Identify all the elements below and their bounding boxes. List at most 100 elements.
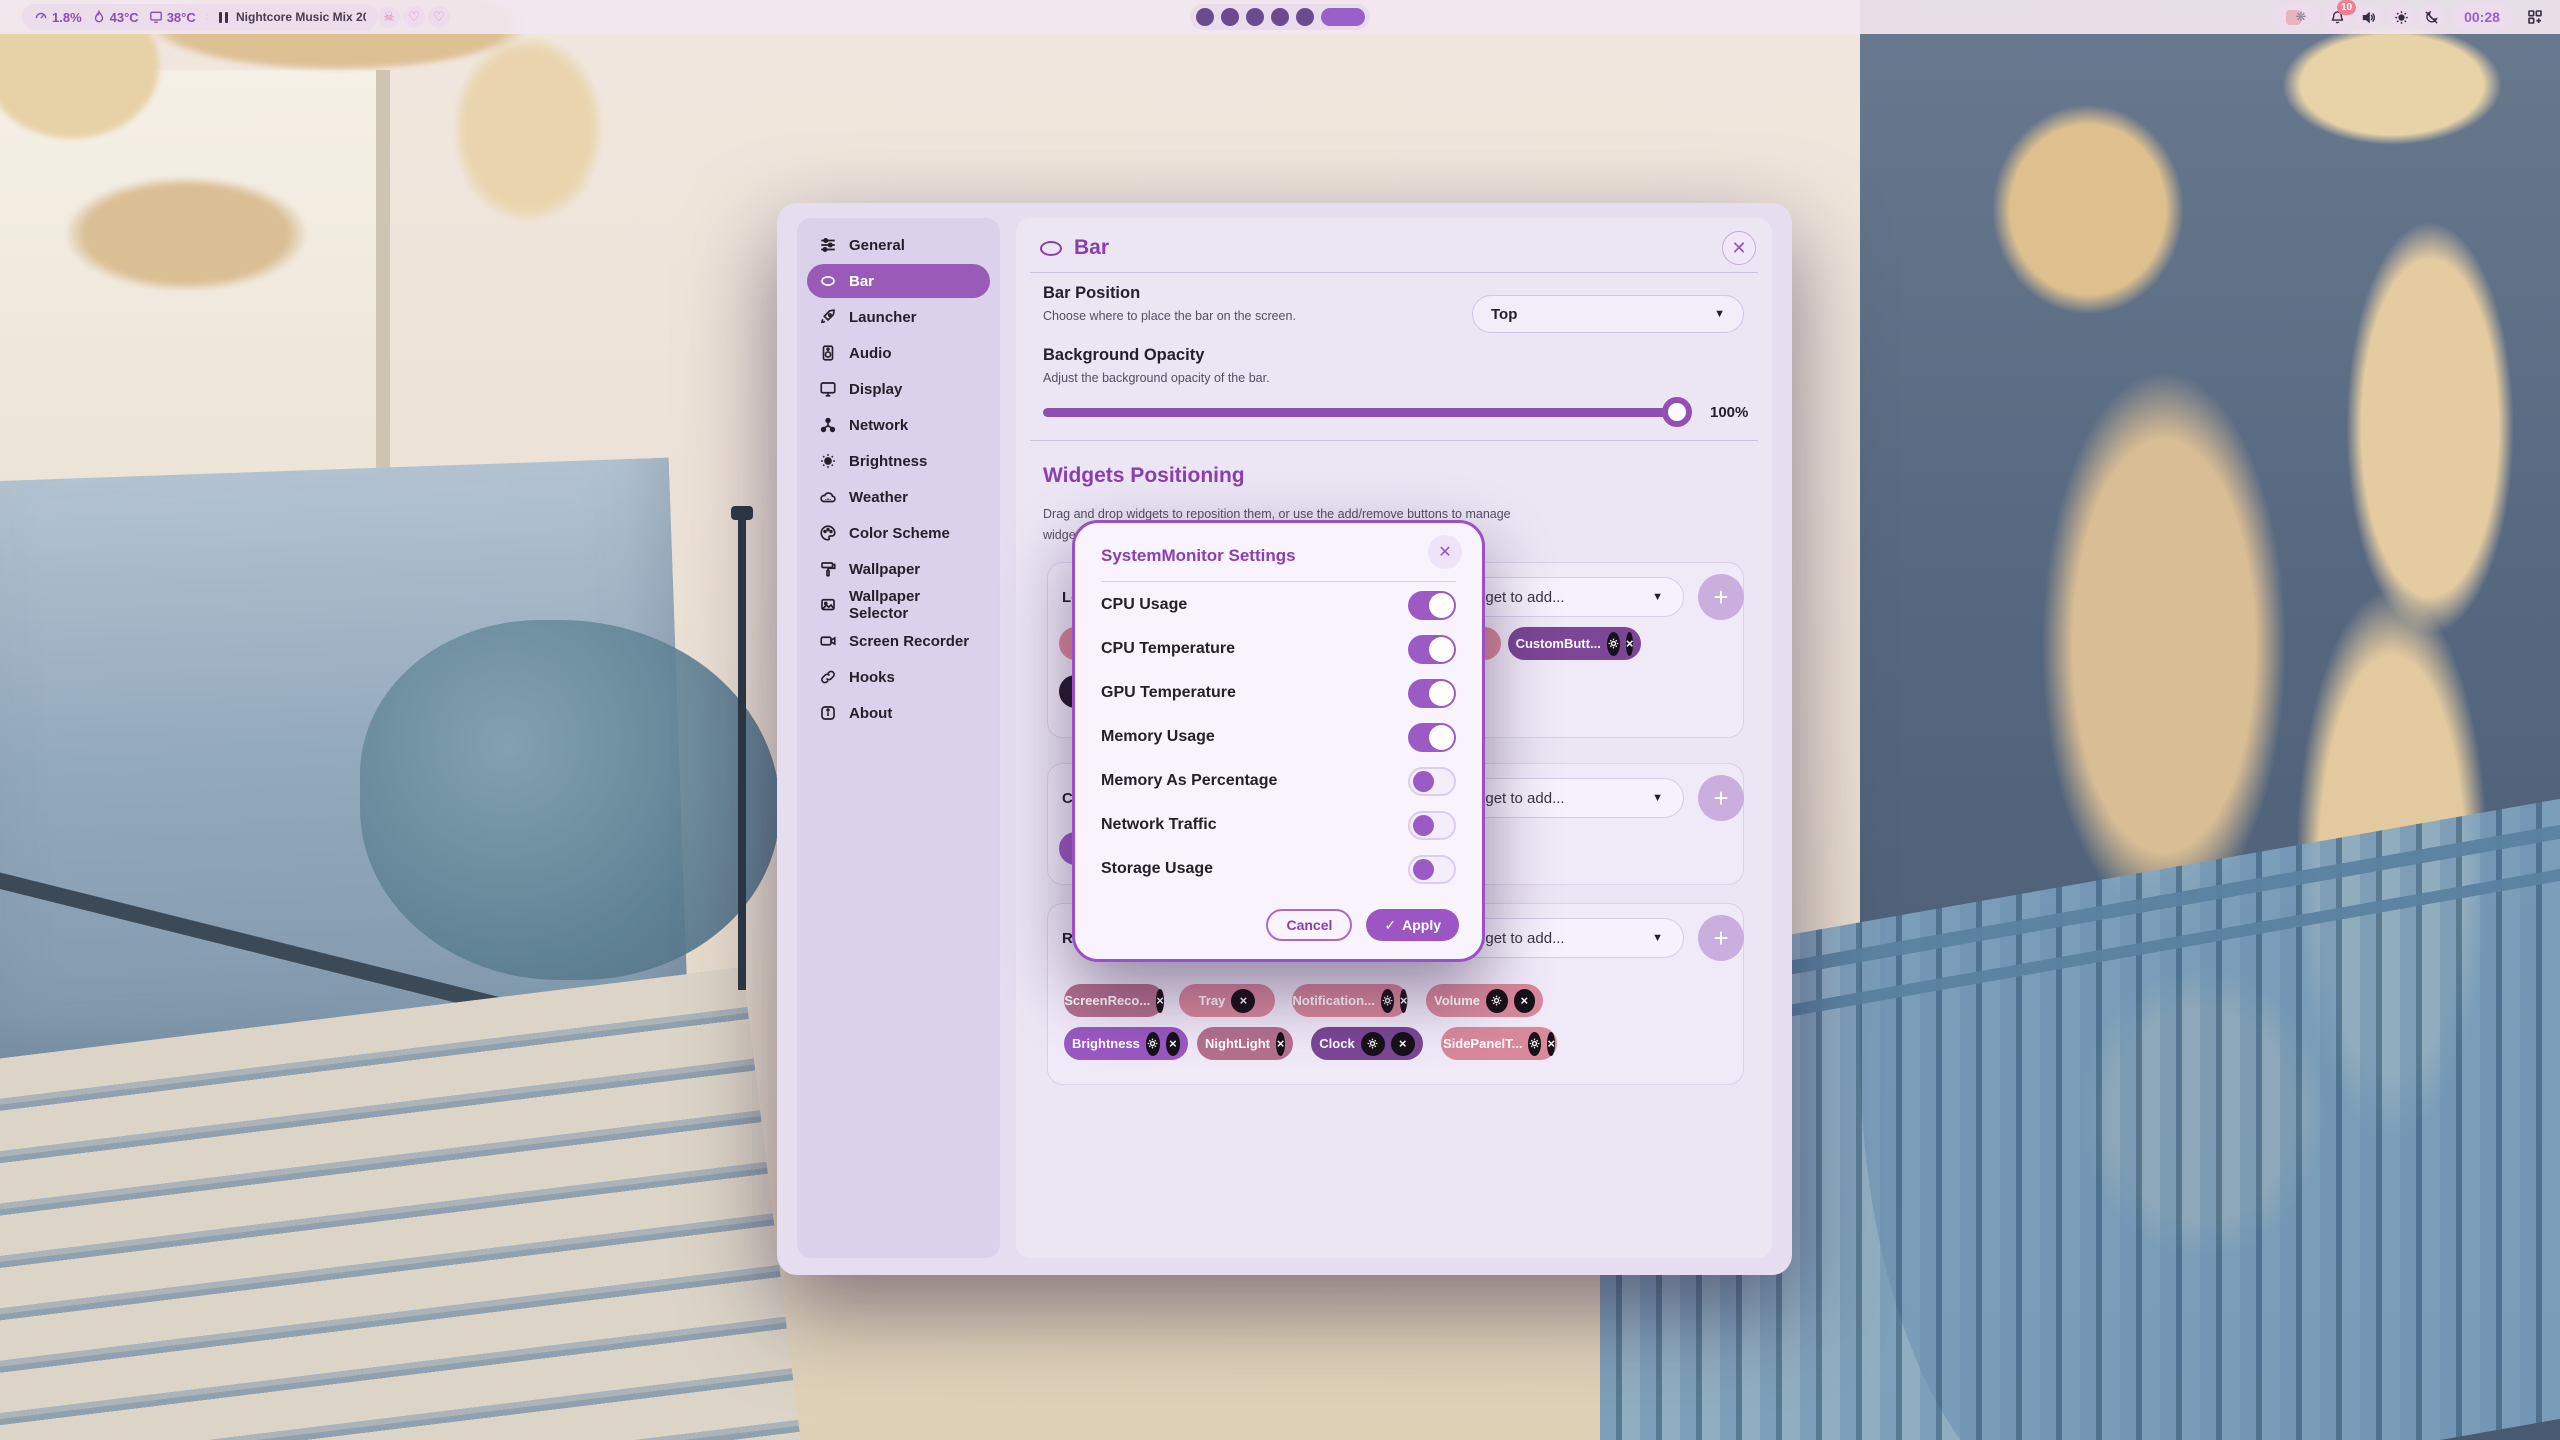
workspace-dot[interactable] — [1271, 8, 1289, 26]
sidebar-item-launcher[interactable]: Launcher — [807, 300, 990, 334]
nightlight-off-icon[interactable] — [2418, 4, 2445, 30]
toggle-row-gpu-temperature: GPU Temperature — [1101, 671, 1456, 715]
background-opacity-slider[interactable]: 100% — [1043, 396, 1761, 428]
memory-usage-toggle[interactable] — [1408, 723, 1456, 752]
sidebar-item-about[interactable]: About — [807, 696, 990, 730]
widgets-positioning-title: Widgets Positioning — [1043, 464, 1245, 488]
heart-icon[interactable]: ♡ — [403, 6, 425, 28]
sidebar-item-brightness[interactable]: Brightness — [807, 444, 990, 478]
widget-chip[interactable]: SidePanelT... × — [1441, 1027, 1557, 1060]
gpu-temperature-toggle[interactable] — [1408, 679, 1456, 708]
check-icon: ✓ — [1384, 917, 1396, 934]
sidebar-item-wallpaper-selector[interactable]: Wallpaper Selector — [807, 588, 990, 622]
storage-usage-toggle[interactable] — [1408, 855, 1456, 884]
systemmonitor-settings-modal: SystemMonitor Settings ✕ CPU Usage CPU T… — [1072, 520, 1485, 962]
sidebar-item-hooks[interactable]: Hooks — [807, 660, 990, 694]
widget-chip[interactable]: Clock × — [1311, 1027, 1423, 1060]
sidebar-item-network[interactable]: Network — [807, 408, 990, 442]
sidebar-item-bar[interactable]: Bar — [807, 264, 990, 298]
remove-icon[interactable]: × — [1391, 1032, 1415, 1056]
cpu-temperature-toggle[interactable] — [1408, 635, 1456, 664]
network-traffic-toggle[interactable] — [1408, 811, 1456, 840]
top-bar: 1.8% 43°C 38°C 9.7G Nightcore Music Mix … — [0, 0, 2560, 34]
memory-as-percentage-toggle[interactable] — [1408, 767, 1456, 796]
bar-oval-icon — [1040, 241, 1062, 256]
divider — [1101, 581, 1456, 582]
sidebar-item-label: Wallpaper Selector — [849, 588, 978, 622]
widget-chip[interactable]: Volume × — [1426, 984, 1543, 1017]
gear-icon[interactable] — [1528, 1032, 1541, 1056]
widget-chip[interactable]: Tray × — [1179, 984, 1275, 1017]
heart-icon[interactable]: ♡ — [428, 6, 450, 28]
video-camera-icon — [819, 632, 837, 650]
remove-icon[interactable]: × — [1547, 1032, 1555, 1056]
skull-icon[interactable]: ☠ — [378, 6, 400, 28]
widget-chip[interactable]: CustomButt... × — [1508, 627, 1641, 660]
workspace-dot[interactable] — [1246, 8, 1264, 26]
remove-icon[interactable]: × — [1231, 989, 1255, 1013]
slider-knob[interactable] — [1662, 397, 1692, 427]
remove-icon[interactable]: × — [1276, 1032, 1285, 1056]
remove-icon[interactable]: × — [1156, 989, 1164, 1013]
cpu-usage-toggle[interactable] — [1408, 591, 1456, 620]
system-tray-pill[interactable]: ❋ — [2272, 4, 2320, 30]
sidebar-item-color-scheme[interactable]: Color Scheme — [807, 516, 990, 550]
toggle-row-memory-as-percentage: Memory As Percentage — [1101, 759, 1456, 803]
bar-position-select[interactable]: Top ▼ — [1472, 295, 1744, 333]
right-add-widget-button[interactable]: + — [1698, 915, 1744, 961]
sidebar-item-label: Weather — [849, 489, 908, 506]
workspace-active-dot[interactable] — [1321, 8, 1365, 26]
sidebar-item-weather[interactable]: Weather — [807, 480, 990, 514]
flame-icon — [92, 10, 106, 24]
remove-icon[interactable]: × — [1166, 1032, 1180, 1056]
paint-roller-icon — [819, 560, 837, 578]
image-icon — [819, 596, 837, 614]
slider-track[interactable] — [1043, 408, 1688, 417]
gear-icon[interactable] — [1361, 1032, 1385, 1056]
sidebar-item-label: Bar — [849, 273, 874, 290]
sidebar-item-label: Display — [849, 381, 902, 398]
left-add-widget-button[interactable]: + — [1698, 574, 1744, 620]
window-close-button[interactable]: ✕ — [1722, 231, 1756, 265]
workspace-dot[interactable] — [1296, 8, 1314, 26]
workspace-dot[interactable] — [1221, 8, 1239, 26]
sidebar-item-screen-recorder[interactable]: Screen Recorder — [807, 624, 990, 658]
bar-position-description: Choose where to place the bar on the scr… — [1043, 309, 1296, 323]
sidebar-item-audio[interactable]: Audio — [807, 336, 990, 370]
media-title: Nightcore Music Mix 20... — [236, 10, 366, 24]
remove-icon[interactable]: × — [1626, 632, 1634, 656]
sidebar-item-wallpaper[interactable]: Wallpaper — [807, 552, 990, 586]
sidebar-item-display[interactable]: Display — [807, 372, 990, 406]
workspaces-indicator[interactable] — [1190, 4, 1370, 30]
dashboard-icon[interactable] — [2521, 4, 2548, 30]
widget-chip[interactable]: Brightness × — [1064, 1027, 1188, 1060]
cancel-button[interactable]: Cancel — [1266, 909, 1352, 941]
tray-app-icon[interactable]: ❋ — [2296, 9, 2307, 25]
toggle-row-cpu-temperature: CPU Temperature — [1101, 627, 1456, 671]
gear-icon[interactable] — [1607, 632, 1620, 656]
gear-icon[interactable] — [1381, 989, 1394, 1013]
widget-chip[interactable]: Notification... × — [1292, 984, 1408, 1017]
clock[interactable]: 00:28 — [2452, 4, 2512, 30]
volume-icon[interactable] — [2355, 4, 2382, 30]
bar-oval-icon — [819, 272, 837, 290]
workspace-dot[interactable] — [1196, 8, 1214, 26]
modal-close-button[interactable]: ✕ — [1428, 535, 1462, 569]
page-title: Bar — [1074, 236, 1109, 260]
toggle-row-memory-usage: Memory Usage — [1101, 715, 1456, 759]
apply-button[interactable]: ✓ Apply — [1366, 909, 1459, 941]
widget-chip[interactable]: NightLight × — [1197, 1027, 1293, 1060]
palette-icon — [819, 524, 837, 542]
wallpaper-foliage-left — [0, 0, 680, 360]
network-icon — [819, 416, 837, 434]
media-player-pill[interactable]: Nightcore Music Mix 20... — [207, 4, 378, 30]
brightness-icon[interactable] — [2388, 4, 2415, 30]
center-add-widget-button[interactable]: + — [1698, 775, 1744, 821]
remove-icon[interactable]: × — [1400, 989, 1408, 1013]
sidebar-item-general[interactable]: General — [807, 228, 990, 262]
settings-sidebar: General Bar Launcher Audio Display Netwo… — [797, 218, 1000, 1258]
widget-chip[interactable]: ScreenReco... × — [1064, 984, 1164, 1017]
remove-icon[interactable]: × — [1514, 989, 1536, 1013]
gear-icon[interactable] — [1486, 989, 1508, 1013]
gear-icon[interactable] — [1146, 1032, 1160, 1056]
